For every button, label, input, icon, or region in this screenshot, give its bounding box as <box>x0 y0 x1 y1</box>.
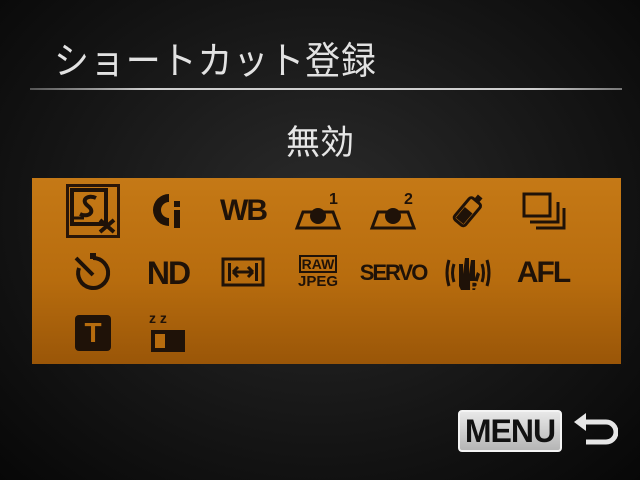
display-off-icon[interactable]: z z <box>143 308 193 358</box>
custom-white-balance-2-icon[interactable]: 2 <box>368 186 418 236</box>
af-lock-icon[interactable]: AFL <box>517 248 571 298</box>
current-setting-value: 無効 <box>286 123 354 163</box>
jpeg-label: JPEG <box>297 273 339 290</box>
image-stabilizer-icon[interactable]: P <box>443 248 493 298</box>
nd-filter-icon[interactable]: ND <box>143 248 193 298</box>
raw-label: RAW <box>298 255 338 273</box>
red-eye-correction-icon[interactable] <box>443 186 493 236</box>
custom-white-balance-1-icon[interactable]: 1 <box>293 186 343 236</box>
tv-mode-label: T <box>75 315 111 351</box>
shortcut-icon-panel: WB 1 2 ND RAW JPEG SERVO P AFL T z z <box>32 178 621 364</box>
menu-button[interactable]: MENU <box>458 410 562 452</box>
title-divider <box>30 88 622 90</box>
i-contrast-icon[interactable] <box>143 186 193 236</box>
servo-af-icon[interactable]: SERVO <box>360 248 429 298</box>
return-icon[interactable] <box>572 412 618 450</box>
screen-title: ショートカット登録 <box>54 39 377 83</box>
aspect-ratio-icon[interactable] <box>518 186 568 236</box>
svg-text:1: 1 <box>329 191 338 208</box>
sleep-zz-label: z z <box>149 310 167 326</box>
white-balance-icon[interactable]: WB <box>218 186 268 236</box>
svg-text:P: P <box>469 279 480 296</box>
display-width-icon[interactable] <box>218 248 268 298</box>
disable-shortcut-icon[interactable] <box>66 184 120 238</box>
svg-text:2: 2 <box>404 191 413 208</box>
self-timer-icon[interactable] <box>68 248 118 298</box>
raw-jpeg-icon[interactable]: RAW JPEG <box>293 248 343 298</box>
tv-mode-icon[interactable]: T <box>68 308 118 358</box>
